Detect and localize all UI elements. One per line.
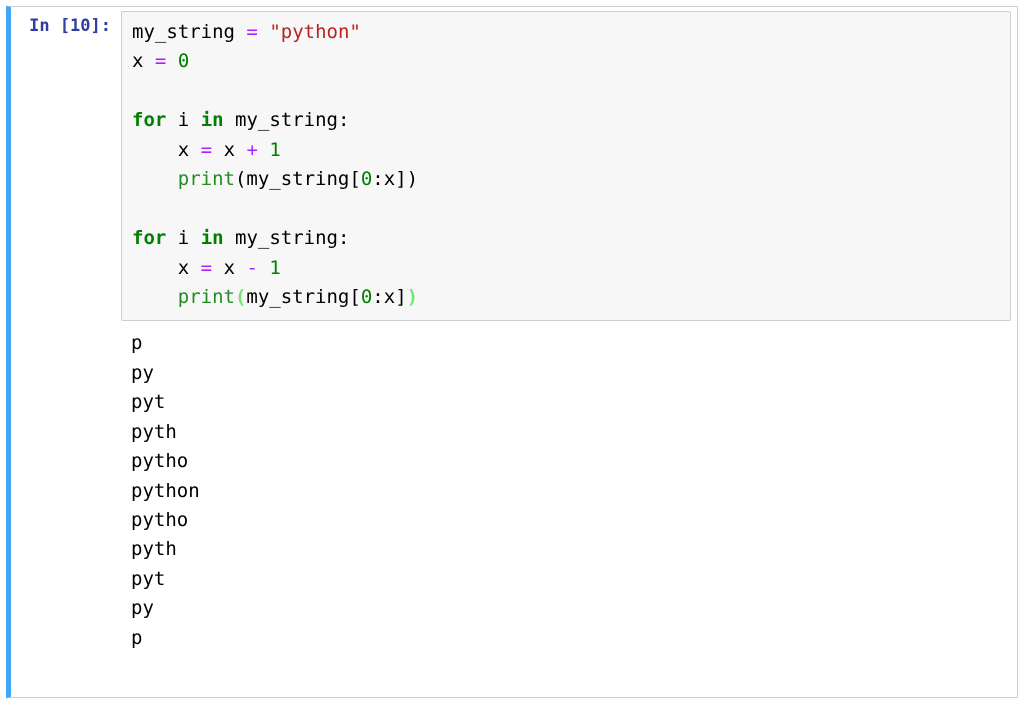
code-token: [ <box>349 168 360 190</box>
code-token: 0 <box>361 286 372 308</box>
code-token: [ <box>349 286 360 308</box>
code-token: "python" <box>269 21 361 43</box>
code-token: x <box>224 139 235 161</box>
code-token: x <box>178 139 189 161</box>
notebook-cell: In [10]: my_string = "python" x = 0 for … <box>6 6 1018 698</box>
output-line: pyt <box>131 568 165 590</box>
code-token: x <box>384 168 395 190</box>
code-token: = <box>155 50 166 72</box>
code-output: p py pyt pyth pytho python pytho pyth py… <box>121 321 1011 659</box>
code-token: 0 <box>178 50 189 72</box>
code-token: ] <box>395 168 406 190</box>
code-token: for <box>132 227 166 249</box>
code-token: : <box>338 227 349 249</box>
code-token: for <box>132 109 166 131</box>
code-token: : <box>372 286 383 308</box>
code-token: x <box>178 257 189 279</box>
code-token: = <box>201 139 212 161</box>
code-token: = <box>201 257 212 279</box>
code-token: my_string <box>132 21 235 43</box>
code-token: x <box>224 257 235 279</box>
code-token: print <box>178 168 235 190</box>
code-token: x <box>132 50 143 72</box>
output-line: pyth <box>131 538 177 560</box>
input-prompt: In [10]: <box>11 7 115 697</box>
output-line: p <box>131 627 142 649</box>
code-token: x <box>384 286 395 308</box>
code-token: : <box>338 109 349 131</box>
prompt-label: In [10]: <box>29 16 111 36</box>
output-line: py <box>131 362 154 384</box>
output-line: pyt <box>131 391 165 413</box>
code-input[interactable]: my_string = "python" x = 0 for i in my_s… <box>121 11 1011 321</box>
output-line: python <box>131 480 200 502</box>
code-token: my_string <box>246 168 349 190</box>
code-token: my_string <box>246 286 349 308</box>
code-token: ] <box>395 286 406 308</box>
code-token: ( <box>235 168 246 190</box>
output-line: pytho <box>131 509 188 531</box>
output-line: pyth <box>131 421 177 443</box>
code-token: 0 <box>361 168 372 190</box>
code-token: my_string <box>235 109 338 131</box>
output-line: py <box>131 597 154 619</box>
code-token: - <box>246 257 257 279</box>
code-token: : <box>372 168 383 190</box>
code-token: = <box>246 21 257 43</box>
code-token: in <box>201 109 224 131</box>
output-line: pytho <box>131 450 188 472</box>
output-line: p <box>131 332 142 354</box>
code-token: ( <box>235 286 246 308</box>
code-token: + <box>246 139 257 161</box>
code-token: ) <box>407 286 418 308</box>
code-token: print <box>178 286 235 308</box>
code-token: in <box>201 227 224 249</box>
code-token: 1 <box>269 257 280 279</box>
code-token: i <box>178 227 189 249</box>
cell-body: my_string = "python" x = 0 for i in my_s… <box>115 7 1017 697</box>
code-token: my_string <box>235 227 338 249</box>
code-token: i <box>178 109 189 131</box>
code-token: 1 <box>269 139 280 161</box>
code-token: ) <box>407 168 418 190</box>
